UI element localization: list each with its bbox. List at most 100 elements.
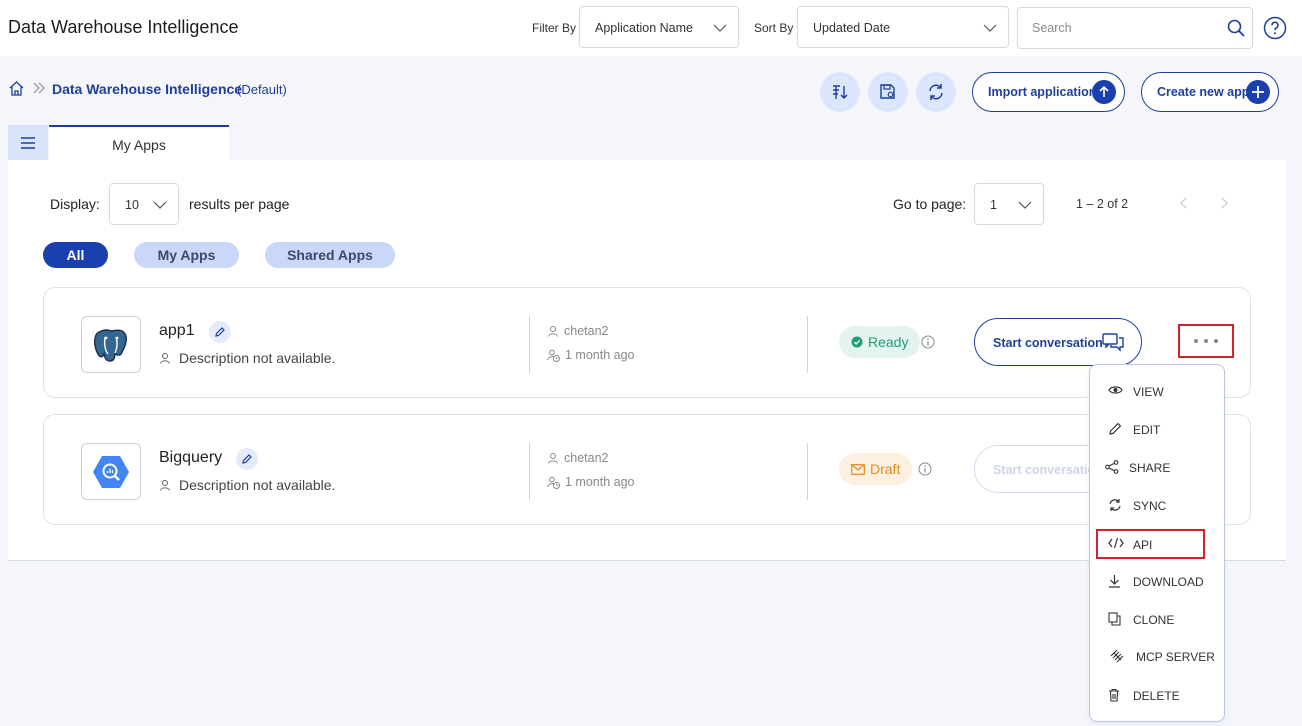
filter-all[interactable]: All (43, 242, 108, 268)
edit-app-name-button[interactable] (236, 448, 258, 470)
menu-item-share[interactable]: SHARE (1090, 452, 1224, 482)
menu-item-label: SYNC (1133, 499, 1167, 513)
menu-item-label: SHARE (1129, 461, 1171, 475)
menu-item-delete[interactable]: DELETE (1090, 680, 1224, 710)
menu-item-api[interactable]: API (1096, 529, 1205, 559)
app-owner: chetan2 (547, 324, 608, 338)
status-badge: Ready (839, 326, 921, 358)
user-clock-icon (547, 349, 560, 362)
menu-item-mcp-server[interactable]: MCP SERVER (1090, 641, 1224, 671)
menu-item-label: EDIT (1133, 423, 1161, 437)
more-icon-dot (1194, 339, 1198, 343)
info-icon[interactable] (918, 462, 932, 476)
app-description-text: Description not available. (179, 477, 336, 493)
app-owner-text: chetan2 (564, 451, 609, 465)
status-text: Draft (870, 461, 901, 477)
envelope-icon (851, 463, 865, 475)
divider (529, 316, 530, 373)
menu-item-edit[interactable]: EDIT (1090, 414, 1224, 444)
chevron-down-icon (983, 24, 997, 32)
breadcrumb-default-tag: (Default) (237, 82, 287, 97)
info-icon[interactable] (921, 335, 935, 349)
pencil-icon (1109, 422, 1122, 435)
app-name: Bigquery (159, 449, 223, 466)
app-card[interactable]: Bigquery Description not available. chet… (43, 414, 1251, 525)
page-title: Data Warehouse Intelligence (8, 17, 239, 37)
user-icon (548, 453, 558, 464)
pencil-icon (242, 454, 252, 464)
download-icon (1109, 575, 1120, 588)
menu-item-label: DELETE (1133, 689, 1180, 703)
start-conversation-button[interactable]: Start conversation (974, 318, 1142, 366)
app-owner: chetan2 (547, 451, 608, 465)
menu-item-label: DOWNLOAD (1133, 575, 1204, 589)
double-chevron-right-icon (33, 82, 45, 94)
save-settings-icon (880, 84, 895, 99)
eye-icon (1108, 386, 1123, 394)
app-updated: 1 month ago (547, 475, 635, 489)
start-conversation-label: Start conversation (993, 463, 1103, 477)
page-value: 1 (990, 198, 997, 212)
sort-by-label: Sort By (754, 21, 794, 35)
status-badge: Draft (839, 453, 913, 485)
create-new-app-button[interactable]: Create new app (1141, 72, 1279, 112)
tab-my-apps[interactable]: My Apps (49, 125, 229, 160)
more-options-button[interactable] (1178, 324, 1234, 358)
help-icon[interactable] (1263, 16, 1287, 40)
sort-order-button[interactable] (820, 72, 860, 112)
filter-my-apps[interactable]: My Apps (134, 242, 239, 268)
app-updated-text: 1 month ago (565, 475, 635, 489)
menu-item-label: CLONE (1133, 613, 1175, 627)
menu-item-sync[interactable]: SYNC (1090, 490, 1224, 520)
menu-item-label: API (1133, 538, 1153, 552)
per-page-select[interactable]: 10 (109, 183, 179, 225)
refresh-button[interactable] (916, 72, 956, 112)
per-page-value: 10 (125, 198, 139, 212)
hamburger-menu-button[interactable] (8, 125, 48, 160)
filter-shared-apps[interactable]: Shared Apps (265, 242, 395, 268)
mcp-icon (1110, 649, 1124, 663)
start-conversation-label: Start conversation (993, 336, 1103, 350)
status-text: Ready (868, 334, 909, 350)
search-icon[interactable] (1226, 18, 1246, 38)
home-icon[interactable] (8, 80, 25, 97)
divider (807, 443, 808, 500)
breadcrumb-current[interactable]: Data Warehouse Intelligence (52, 81, 242, 97)
edit-app-name-button[interactable] (209, 321, 231, 343)
menu-item-view[interactable]: VIEW (1090, 376, 1224, 406)
chevron-down-icon (1018, 201, 1032, 209)
app-name: app1 (159, 322, 195, 339)
share-icon (1105, 460, 1119, 474)
pagination-range: 1 – 2 of 2 (1076, 197, 1129, 211)
sort-by-select[interactable]: Updated Date (797, 6, 1009, 48)
display-label: Display: (50, 196, 100, 212)
search-box (1017, 7, 1253, 49)
save-button[interactable] (868, 72, 908, 112)
code-icon (1108, 537, 1124, 549)
bigquery-icon (81, 443, 141, 500)
top-bar: Data Warehouse Intelligence Filter By Ap… (0, 0, 1302, 56)
user-icon (548, 326, 558, 337)
filter-by-select[interactable]: Application Name (579, 6, 739, 48)
app-card[interactable]: app1 Description not available. chetan2 … (43, 287, 1251, 398)
trash-icon (1109, 688, 1119, 702)
app-description: Description not available. (159, 350, 335, 366)
app-description: Description not available. (159, 477, 335, 493)
menu-item-clone[interactable]: CLONE (1090, 604, 1224, 634)
import-application-label: Import application (988, 85, 1097, 99)
search-input[interactable] (1032, 21, 1212, 35)
next-page-icon[interactable] (1217, 196, 1231, 210)
filter-by-label: Filter By (532, 21, 577, 35)
menu-item-label: VIEW (1133, 385, 1164, 399)
app-owner-text: chetan2 (564, 324, 609, 338)
user-clock-icon (547, 476, 560, 489)
prev-page-icon[interactable] (1177, 196, 1191, 210)
chevron-down-icon (153, 201, 167, 209)
import-application-button[interactable]: Import application (972, 72, 1125, 112)
sync-icon (1109, 499, 1121, 511)
go-to-page-label: Go to page: (893, 196, 967, 212)
menu-item-download[interactable]: DOWNLOAD (1090, 566, 1224, 596)
results-per-page-label: results per page (189, 196, 290, 212)
page-select[interactable]: 1 (974, 183, 1044, 225)
check-circle-icon (851, 336, 863, 348)
